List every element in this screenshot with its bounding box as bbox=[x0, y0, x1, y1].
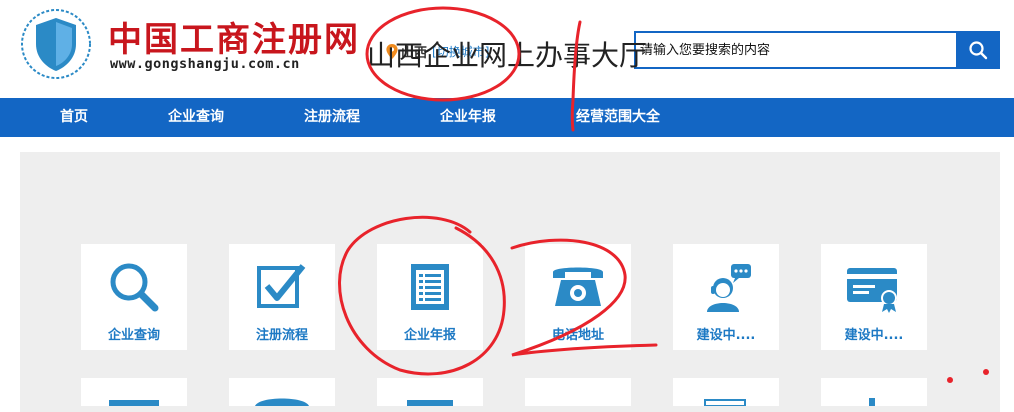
page-title: 山西企业网上办事大厅 bbox=[366, 39, 647, 72]
nav-item-company-search[interactable]: 企业查询 bbox=[168, 98, 224, 137]
card-row2-2[interactable] bbox=[229, 378, 335, 406]
document-icon bbox=[411, 264, 449, 310]
card-row2-6[interactable] bbox=[821, 378, 927, 406]
card-icon-partial bbox=[704, 399, 746, 407]
checkbox-icon bbox=[257, 264, 306, 308]
main-nav: 首页 企业查询 注册流程 企业年报 经营范围大全 bbox=[0, 98, 1014, 137]
card-annual-report[interactable]: 企业年报 bbox=[377, 244, 483, 350]
nav-item-registration-process[interactable]: 注册流程 bbox=[304, 98, 360, 137]
card-company-search[interactable]: 企业查询 bbox=[81, 244, 187, 350]
card-label: 企业查询 bbox=[107, 328, 160, 343]
card-label: 建设中.... bbox=[844, 328, 904, 343]
nav-item-home[interactable]: 首页 bbox=[60, 98, 88, 137]
card-icon-partial bbox=[869, 398, 875, 406]
card-icon-partial bbox=[109, 400, 159, 406]
card-label: 注册流程 bbox=[255, 328, 308, 343]
card-row2-5[interactable] bbox=[673, 378, 779, 407]
card-row2-1[interactable] bbox=[81, 378, 187, 406]
certificate-icon bbox=[847, 268, 897, 313]
nav-item-annual-report[interactable]: 企业年报 bbox=[440, 98, 496, 137]
nav-item-business-scope[interactable]: 经营范围大全 bbox=[576, 98, 660, 137]
card-row2-3[interactable] bbox=[377, 378, 483, 406]
card-under-construction-2[interactable]: 建设中.... bbox=[821, 244, 927, 350]
card-icon-partial bbox=[255, 398, 309, 406]
customer-service-icon bbox=[707, 264, 751, 312]
card-label: 建设中.... bbox=[696, 328, 756, 343]
card-icon-partial bbox=[407, 400, 453, 406]
card-phone-address[interactable]: 电话地址 bbox=[525, 244, 631, 350]
card-label: 电话地址 bbox=[551, 328, 604, 343]
card-registration-process[interactable]: 注册流程 bbox=[229, 244, 335, 350]
card-label: 企业年报 bbox=[403, 328, 456, 343]
telephone-icon bbox=[553, 267, 603, 306]
card-under-construction-1[interactable]: 建设中.... bbox=[673, 244, 779, 350]
search-icon bbox=[110, 263, 159, 312]
card-row2-4[interactable] bbox=[525, 378, 631, 406]
